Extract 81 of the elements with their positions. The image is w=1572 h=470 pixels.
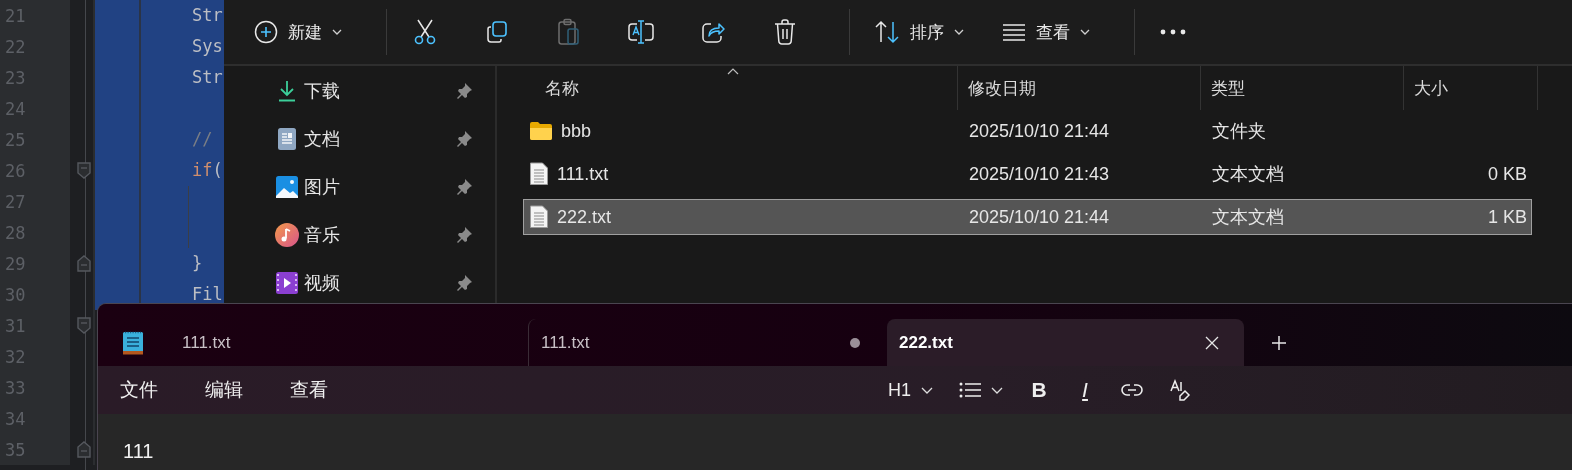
italic-button[interactable]: I [1067, 372, 1103, 408]
notepad-icon [122, 329, 144, 356]
file-name: bbb [561, 120, 592, 142]
picture-icon [276, 176, 298, 198]
more-icon [1160, 29, 1186, 35]
video-icon [276, 272, 298, 294]
navigation-item[interactable]: 图片 [224, 163, 495, 211]
navigation-label: 图片 [304, 176, 341, 199]
menu-item[interactable]: 编辑 [193, 369, 255, 411]
tab[interactable]: 222.txt [887, 319, 1244, 366]
code-line: if( [192, 162, 223, 179]
file-type: 文本文档 [1212, 206, 1284, 229]
sort-caret-icon [727, 68, 739, 75]
copy-icon [485, 20, 509, 44]
navigation-label: 文档 [304, 128, 341, 151]
fold-marker-icon[interactable] [77, 162, 91, 179]
code-line: } [192, 255, 203, 272]
text-file-icon [529, 205, 549, 229]
column-header[interactable]: 类型 [1201, 66, 1404, 110]
add-tab-icon[interactable] [1271, 335, 1287, 351]
scissors-icon [414, 19, 436, 45]
pin-icon[interactable] [455, 130, 473, 148]
column-header[interactable]: 大小 [1404, 66, 1538, 110]
close-icon[interactable] [1205, 335, 1219, 350]
share-icon [701, 20, 725, 44]
sort-button[interactable]: 排序 [864, 8, 974, 56]
view-button[interactable]: 查看 [992, 8, 1100, 56]
eraser-icon [1169, 379, 1191, 401]
navigation-item[interactable]: 下载 [224, 67, 495, 115]
clipboard-icon [557, 18, 581, 46]
text-file-icon [529, 162, 549, 186]
file-name: 222.txt [557, 206, 612, 228]
pin-icon[interactable] [455, 274, 473, 292]
modified-date: 2025/10/10 21:44 [969, 206, 1110, 228]
bullet-list-icon [959, 382, 981, 398]
music-icon [275, 223, 299, 247]
navigation-label: 音乐 [304, 224, 341, 247]
file-row[interactable]: bbb 2025/10/10 21:44 文件夹 [523, 113, 1532, 149]
file-type: 文本文档 [1212, 163, 1284, 186]
modified-date: 2025/10/10 21:43 [969, 163, 1110, 185]
navigation-item[interactable]: 文档 [224, 115, 495, 163]
code-line: Str [192, 7, 223, 24]
code-line: Fil [192, 286, 223, 303]
new-button[interactable]: 新建 [244, 8, 352, 56]
pin-icon[interactable] [455, 226, 473, 244]
trash-icon [773, 19, 797, 45]
list-view-icon [1002, 23, 1026, 41]
fold-marker-icon[interactable] [77, 441, 91, 458]
add-icon [254, 20, 278, 44]
link-icon [1121, 384, 1143, 396]
navigation-item[interactable]: 视频 [224, 259, 495, 307]
code-line: Sys [192, 38, 223, 55]
code-line: // [192, 131, 213, 148]
heading-button[interactable]: H1 [880, 372, 941, 408]
file-size: 1 KB [1487, 206, 1527, 228]
document-icon [277, 127, 297, 151]
navigation-item[interactable]: 音乐 [224, 211, 495, 259]
file-row[interactable]: 222.txt 2025/10/10 21:44 文本文档 1 KB [523, 199, 1532, 235]
pin-icon[interactable] [455, 82, 473, 100]
fold-marker-icon[interactable] [77, 255, 91, 272]
document-text[interactable]: 111 [123, 440, 154, 462]
navigation-label: 视频 [304, 272, 341, 295]
column-header[interactable]: 修改日期 [958, 66, 1201, 110]
file-size: 0 KB [1487, 163, 1527, 185]
sort-icon [874, 20, 900, 44]
rename-icon [627, 20, 655, 44]
tab[interactable]: 111.txt [170, 319, 527, 366]
folder-icon [529, 121, 553, 141]
modified-date: 2025/10/10 21:44 [969, 120, 1110, 142]
code-line: Str [192, 69, 223, 86]
fold-marker-icon[interactable] [77, 317, 91, 334]
menu-item[interactable]: 文件 [108, 369, 170, 411]
file-type: 文件夹 [1212, 120, 1266, 143]
pin-icon[interactable] [455, 178, 473, 196]
navigation-label: 下载 [304, 80, 341, 103]
bold-button[interactable]: B [1021, 372, 1057, 408]
file-name: 111.txt [557, 163, 609, 185]
file-row[interactable]: 111.txt 2025/10/10 21:43 文本文档 0 KB [523, 156, 1532, 192]
column-header[interactable]: 名称 [497, 66, 958, 110]
download-icon [277, 80, 297, 102]
menu-item[interactable]: 查看 [278, 369, 340, 411]
